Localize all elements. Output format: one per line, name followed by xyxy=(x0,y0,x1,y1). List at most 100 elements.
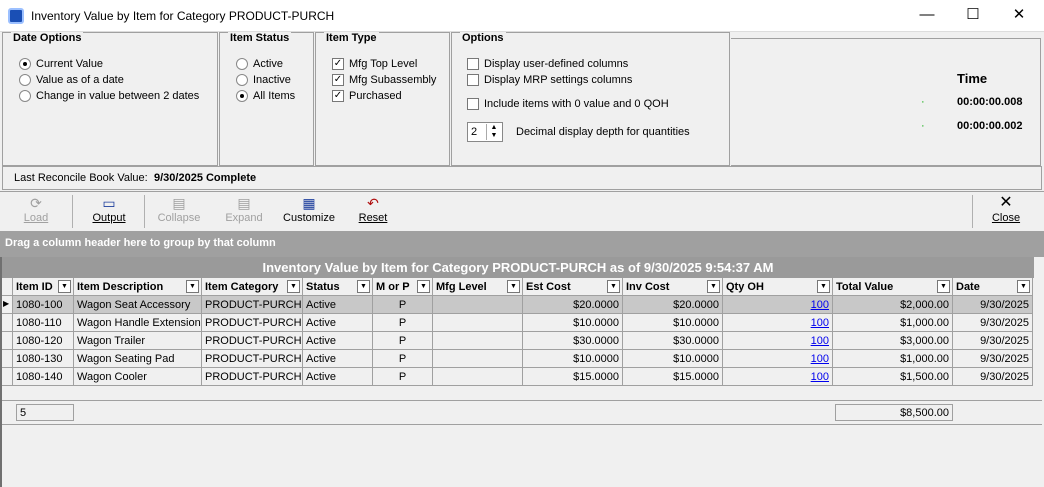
filter-dropdown-icon[interactable]: ▼ xyxy=(937,280,950,293)
reconcile-label: Last Reconcile Book Value: xyxy=(14,172,148,184)
checkbox-mfg-subassembly[interactable]: ✓ Mfg Subassembly xyxy=(332,74,436,86)
radio-current-value[interactable]: Current Value xyxy=(19,58,103,70)
decimal-depth-row: 2 ▲ ▼ Decimal display depth for quantities xyxy=(467,122,690,142)
undo-icon: ↶ xyxy=(367,195,379,211)
column-header-status[interactable]: Status ▼ xyxy=(303,278,373,296)
footer-count: 5 xyxy=(16,404,74,421)
column-header-date[interactable]: Date ▼ xyxy=(953,278,1033,296)
output-icon: ▭ xyxy=(102,195,116,211)
row-header-corner xyxy=(2,278,13,296)
cell-qty-oh[interactable]: 100 xyxy=(723,332,833,350)
column-header-qty-oh[interactable]: Qty OH ▼ xyxy=(723,278,833,296)
time-value-2: 00:00:00.002 xyxy=(957,120,1023,132)
filter-dropdown-icon[interactable]: ▼ xyxy=(287,280,300,293)
cell-total-value: $1,500.00 xyxy=(833,368,953,386)
filter-dropdown-icon[interactable]: ▼ xyxy=(507,280,520,293)
column-header-est-cost[interactable]: Est Cost ▼ xyxy=(523,278,623,296)
row-selector[interactable] xyxy=(2,332,13,350)
reconcile-value: 9/30/2025 Complete xyxy=(154,172,257,184)
filter-dropdown-icon[interactable]: ▼ xyxy=(186,280,199,293)
radio-change-between-dates[interactable]: Change in value between 2 dates xyxy=(19,90,199,102)
decimal-depth-label: Decimal display depth for quantities xyxy=(516,126,690,138)
checkbox-user-defined-columns[interactable]: Display user-defined columns xyxy=(467,58,628,70)
filter-dropdown-icon[interactable]: ▼ xyxy=(1017,280,1030,293)
filter-dropdown-icon[interactable]: ▼ xyxy=(607,280,620,293)
filter-dropdown-icon[interactable]: ▼ xyxy=(58,280,71,293)
cell-m-or-p: P xyxy=(373,368,433,386)
column-header-item-category[interactable]: Item Category ▼ xyxy=(202,278,303,296)
filter-dropdown-icon[interactable]: ▼ xyxy=(357,280,370,293)
cell-m-or-p: P xyxy=(373,314,433,332)
output-button[interactable]: ▭ Output xyxy=(77,194,141,230)
cell-item-id: 1080-100 xyxy=(13,296,74,314)
column-header-mfg-level[interactable]: Mfg Level ▼ xyxy=(433,278,523,296)
item-status-label: Item Status xyxy=(228,32,292,44)
checkbox-include-zero[interactable]: Include items with 0 value and 0 QOH xyxy=(467,98,669,110)
reconcile-bar: Last Reconcile Book Value: 9/30/2025 Com… xyxy=(2,166,1042,190)
radio-all-items[interactable]: All Items xyxy=(236,90,295,102)
radio-icon xyxy=(19,58,31,70)
cell-inv-cost: $20.0000 xyxy=(623,296,723,314)
decimal-depth-spinner[interactable]: 2 ▲ ▼ xyxy=(467,122,503,142)
maximize-button[interactable]: ☐ xyxy=(950,0,996,32)
radio-active[interactable]: Active xyxy=(236,58,283,70)
cell-mfg-level xyxy=(433,296,523,314)
column-header-m-or-p[interactable]: M or P ▼ xyxy=(373,278,433,296)
cell-status: Active xyxy=(303,296,373,314)
customize-button[interactable]: ▦ Customize xyxy=(277,194,341,230)
column-header-item-id[interactable]: Item ID ▼ xyxy=(13,278,74,296)
radio-value-as-of-date[interactable]: Value as of a date xyxy=(19,74,124,86)
cell-inv-cost: $15.0000 xyxy=(623,368,723,386)
load-button[interactable]: ⟳ Load xyxy=(4,194,68,230)
cell-m-or-p: P xyxy=(373,350,433,368)
cell-mfg-level xyxy=(433,314,523,332)
cell-m-or-p: P xyxy=(373,296,433,314)
close-icon: ✕ xyxy=(999,194,1013,211)
row-selector[interactable] xyxy=(2,368,13,386)
reset-button[interactable]: ↶ Reset xyxy=(341,194,405,230)
row-selector[interactable] xyxy=(2,314,13,332)
cell-status: Active xyxy=(303,368,373,386)
row-selector[interactable] xyxy=(2,350,13,368)
cell-qty-oh[interactable]: 100 xyxy=(723,314,833,332)
cell-item-category: PRODUCT-PURCH xyxy=(202,332,303,350)
group-by-area[interactable]: Drag a column header here to group by th… xyxy=(0,231,1044,257)
cell-qty-oh[interactable]: 100 xyxy=(723,350,833,368)
cell-m-or-p: P xyxy=(373,332,433,350)
expand-icon: ▤ xyxy=(237,195,251,211)
filter-dropdown-icon[interactable]: ▼ xyxy=(417,280,430,293)
close-button[interactable]: ✕ Close xyxy=(974,194,1038,230)
cell-est-cost: $15.0000 xyxy=(523,368,623,386)
cell-total-value: $2,000.00 xyxy=(833,296,953,314)
minimize-button[interactable]: — xyxy=(904,0,950,32)
cell-est-cost: $20.0000 xyxy=(523,296,623,314)
filter-dropdown-icon[interactable]: ▼ xyxy=(817,280,830,293)
cell-mfg-level xyxy=(433,332,523,350)
collapse-button[interactable]: ▤ Collapse xyxy=(147,194,211,230)
row-selector[interactable]: ▶ xyxy=(2,296,13,314)
grid-icon: ▦ xyxy=(302,195,316,211)
item-type-label: Item Type xyxy=(324,32,379,44)
cell-mfg-level xyxy=(433,368,523,386)
refresh-icon: ⟳ xyxy=(30,195,42,211)
close-window-button[interactable]: ✕ xyxy=(996,0,1042,32)
checkbox-mrp-columns[interactable]: Display MRP settings columns xyxy=(467,74,632,86)
column-header-item-description[interactable]: Item Description ▼ xyxy=(74,278,202,296)
radio-inactive[interactable]: Inactive xyxy=(236,74,291,86)
filter-dropdown-icon[interactable]: ▼ xyxy=(707,280,720,293)
cell-qty-oh[interactable]: 100 xyxy=(723,296,833,314)
cell-date: 9/30/2025 xyxy=(953,332,1033,350)
expand-button[interactable]: ▤ Expand xyxy=(212,194,276,230)
cell-date: 9/30/2025 xyxy=(953,296,1033,314)
cell-qty-oh[interactable]: 100 xyxy=(723,368,833,386)
cell-inv-cost: $30.0000 xyxy=(623,332,723,350)
cell-item-id: 1080-130 xyxy=(13,350,74,368)
item-type-group: Item Type ✓ Mfg Top Level ✓ Mfg Subassembl… xyxy=(315,32,450,166)
column-header-inv-cost[interactable]: Inv Cost ▼ xyxy=(623,278,723,296)
checkbox-purchased[interactable]: ✓ Purchased xyxy=(332,90,402,102)
column-header-total-value[interactable]: Total Value ▼ xyxy=(833,278,953,296)
date-options-group: Date Options Current Value Value as of a… xyxy=(2,32,218,166)
cell-date: 9/30/2025 xyxy=(953,350,1033,368)
options-group: Options Display user-defined columns Dis… xyxy=(451,32,730,166)
checkbox-mfg-top-level[interactable]: ✓ Mfg Top Level xyxy=(332,58,417,70)
